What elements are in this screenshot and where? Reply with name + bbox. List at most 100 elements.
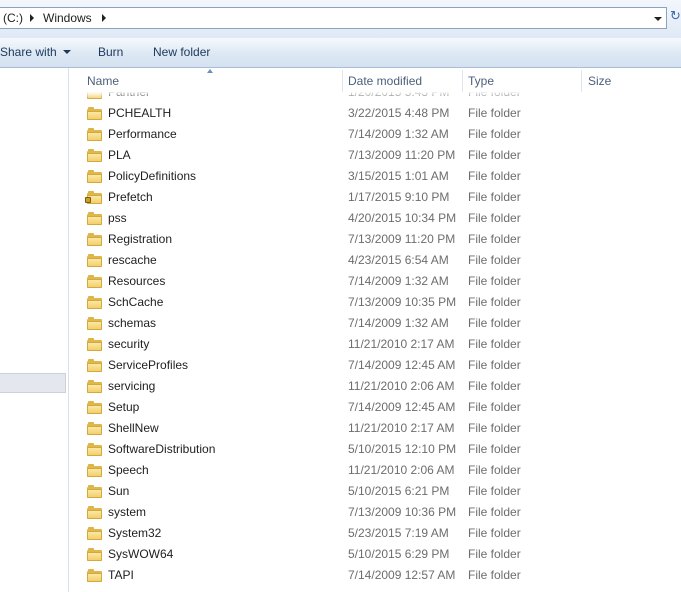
file-row[interactable]: rescache 4/23/2015 6:54 AM File folder: [69, 250, 681, 271]
file-row[interactable]: Sun 5/10/2015 6:21 PM File folder: [69, 481, 681, 502]
file-date-modified: 11/21/2010 2:17 AM: [348, 421, 455, 435]
command-toolbar: Share with Burn New folder: [0, 38, 681, 68]
file-row[interactable]: Registration 7/13/2009 11:20 PM File folde…: [69, 229, 681, 250]
file-row[interactable]: SchCache 7/13/2009 10:35 PM File folder: [69, 292, 681, 313]
refresh-icon[interactable]: ↻: [670, 9, 681, 22]
chevron-down-icon: [62, 50, 71, 54]
file-name: TAPI: [108, 568, 134, 582]
file-row[interactable]: PCHEALTH 3/22/2015 4:48 PM File folder: [69, 103, 681, 124]
file-row[interactable]: ServiceProfiles 7/14/2009 12:45 AM File fo…: [69, 355, 681, 376]
file-row[interactable]: security 11/21/2010 2:17 AM File folder: [69, 334, 681, 355]
file-row[interactable]: Speech 11/21/2010 2:06 AM File folder: [69, 460, 681, 481]
column-date-modified[interactable]: Date modified: [348, 68, 422, 92]
file-date-modified: 5/10/2015 12:10 PM: [348, 442, 457, 456]
file-name: SysWOW64: [108, 547, 174, 561]
file-type: File folder: [468, 442, 521, 456]
file-row[interactable]: schemas 7/14/2009 1:32 AM File folder: [69, 313, 681, 334]
file-name: Resources: [108, 274, 166, 288]
file-row[interactable]: System32 5/23/2015 7:19 AM File folder: [69, 523, 681, 544]
burn-button[interactable]: Burn: [98, 45, 123, 59]
column-divider[interactable]: [581, 70, 582, 92]
nav-selected-item[interactable]: [0, 373, 66, 393]
file-name: servicing: [108, 379, 156, 393]
file-row[interactable]: ShellNew 11/21/2010 2:17 AM File folder: [69, 418, 681, 439]
folder-icon: [87, 149, 103, 162]
file-name: schemas: [108, 316, 157, 330]
folder-icon: [87, 317, 103, 330]
folder-icon: [87, 443, 103, 456]
folder-icon: [87, 401, 103, 414]
navigation-pane[interactable]: [0, 68, 69, 592]
new-folder-button[interactable]: New folder: [153, 45, 210, 59]
file-row[interactable]: PLA 7/13/2009 11:20 PM File folder: [69, 145, 681, 166]
file-date-modified: 1/17/2015 9:10 PM: [348, 190, 450, 204]
file-type: File folder: [468, 169, 521, 183]
file-list[interactable]: Panther1/20/2015 5:43 PMFile folderPCHEA…: [69, 68, 681, 592]
folder-icon: [87, 359, 103, 372]
file-name: Performance: [108, 127, 177, 141]
share-with-button[interactable]: Share with: [0, 45, 71, 59]
file-row[interactable]: SysWOW64 5/10/2015 6:29 PM File folder: [69, 544, 681, 565]
address-dropdown-icon[interactable]: [654, 17, 662, 21]
file-date-modified: 11/21/2010 2:06 AM: [348, 463, 455, 477]
column-divider[interactable]: [462, 70, 463, 92]
column-size[interactable]: Size: [588, 68, 611, 92]
folder-icon: [87, 569, 103, 582]
file-date-modified: 7/14/2009 1:32 AM: [348, 274, 449, 288]
file-date-modified: 4/20/2015 10:34 PM: [348, 211, 457, 225]
folder-icon: [87, 233, 103, 246]
sort-ascending-icon: [207, 69, 213, 73]
folder-icon: [87, 254, 103, 267]
file-name: Prefetch: [108, 190, 153, 204]
locked-folder-icon: [85, 191, 103, 204]
file-date-modified: 4/23/2015 6:54 AM: [348, 253, 449, 267]
file-date-modified: 11/21/2010 2:17 AM: [348, 337, 455, 351]
file-row[interactable]: system 7/13/2009 10:36 PM File folder: [69, 502, 681, 523]
file-type: File folder: [468, 190, 521, 204]
file-name: security: [108, 337, 150, 351]
folder-icon: [87, 527, 103, 540]
breadcrumb-windows[interactable]: Windows: [43, 11, 92, 25]
address-bar[interactable]: (C:) Windows: [0, 7, 667, 29]
column-name[interactable]: Name: [87, 68, 119, 92]
file-row[interactable]: Performance 7/14/2009 1:32 AM File folder: [69, 124, 681, 145]
file-name: Speech: [108, 463, 149, 477]
breadcrumb-separator-icon[interactable]: [102, 14, 106, 22]
file-type: File folder: [468, 337, 521, 351]
file-date-modified: 7/14/2009 1:32 AM: [348, 127, 449, 141]
file-row[interactable]: pss 4/20/2015 10:34 PM File folder: [69, 208, 681, 229]
file-row[interactable]: servicing 11/21/2010 2:06 AM File folder: [69, 376, 681, 397]
file-type: File folder: [468, 253, 521, 267]
file-name: PolicyDefinitions: [108, 169, 197, 183]
file-type: File folder: [468, 358, 521, 372]
folder-icon: [87, 548, 103, 561]
column-divider[interactable]: [342, 70, 343, 92]
folder-icon: [87, 275, 103, 288]
file-row[interactable]: Resources 7/14/2009 1:32 AM File folder: [69, 271, 681, 292]
breadcrumb-separator-icon[interactable]: [30, 14, 34, 22]
file-name: system: [108, 505, 147, 519]
file-type: File folder: [468, 484, 521, 498]
folder-icon: [87, 485, 103, 498]
file-row[interactable]: SoftwareDistribution 5/10/2015 12:10 PM Fi…: [69, 439, 681, 460]
file-row[interactable]: Setup 7/14/2009 12:45 AM File folder: [69, 397, 681, 418]
column-type[interactable]: Type: [468, 68, 494, 92]
file-type: File folder: [468, 379, 521, 393]
file-type: File folder: [468, 400, 521, 414]
file-row[interactable]: PolicyDefinitions 3/15/2015 1:01 AM File f…: [69, 166, 681, 187]
folder-icon: [87, 422, 103, 435]
file-name: SchCache: [108, 295, 164, 309]
file-type: File folder: [468, 505, 521, 519]
file-type: File folder: [468, 211, 521, 225]
file-name: SoftwareDistribution: [108, 442, 216, 456]
file-name: Sun: [108, 484, 130, 498]
file-row[interactable]: TAPI 7/14/2009 12:57 AM File folder: [69, 565, 681, 586]
folder-icon: [87, 506, 103, 519]
file-row[interactable]: Prefetch 1/17/2015 9:10 PM File folder: [69, 187, 681, 208]
file-date-modified: 5/10/2015 6:29 PM: [348, 547, 450, 561]
folder-icon: [87, 212, 103, 225]
file-date-modified: 7/13/2009 11:20 PM: [348, 148, 456, 162]
breadcrumb-drive[interactable]: (C:): [3, 11, 23, 25]
file-date-modified: 7/14/2009 12:45 AM: [348, 358, 456, 372]
file-name: PLA: [108, 148, 131, 162]
